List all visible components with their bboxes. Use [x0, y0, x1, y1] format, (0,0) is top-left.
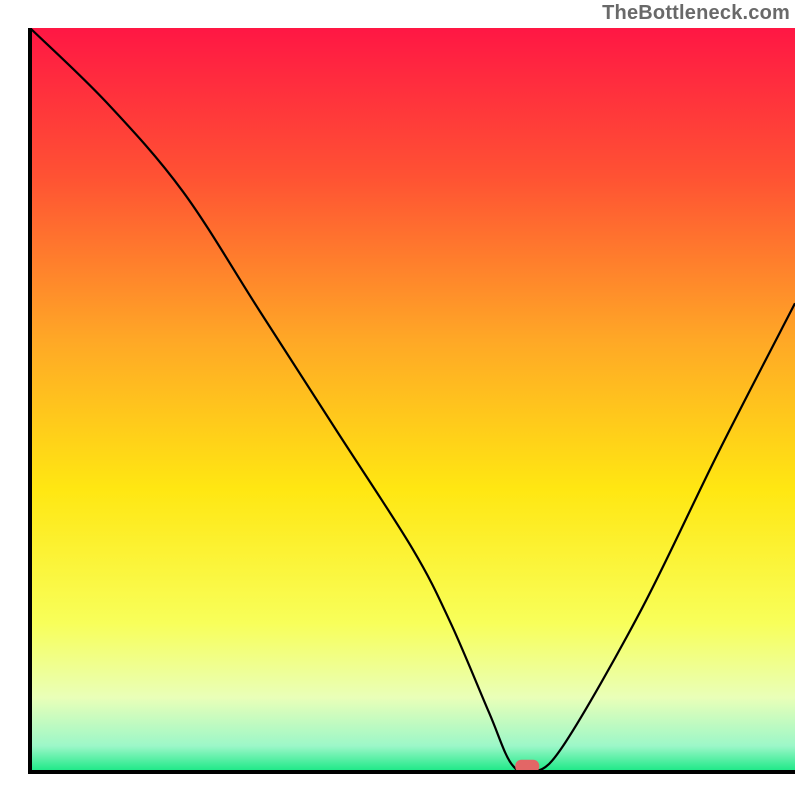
- bottleneck-chart: [0, 0, 800, 800]
- watermark-text: TheBottleneck.com: [602, 2, 790, 25]
- gradient-background: [30, 28, 795, 772]
- plot-area: [30, 28, 795, 774]
- chart-container: TheBottleneck.com: [0, 0, 800, 800]
